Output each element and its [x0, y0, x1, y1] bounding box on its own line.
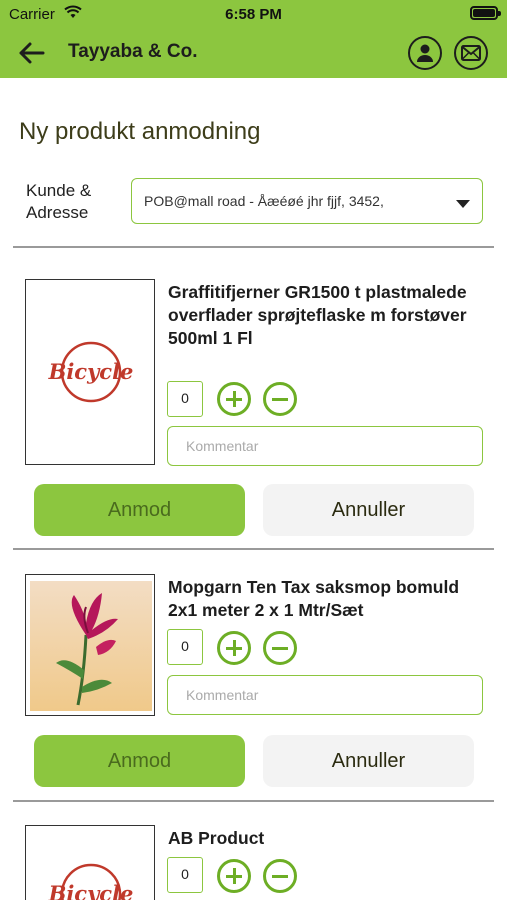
increase-quantity-button[interactable]: [217, 382, 251, 416]
battery-icon: [470, 6, 501, 20]
page-title: Ny produkt anmodning: [19, 118, 261, 145]
chevron-down-icon: [456, 200, 470, 208]
comment-input[interactable]: [167, 675, 483, 715]
quantity-field[interactable]: 0: [167, 381, 203, 417]
bicycle-logo-text: Bicycle: [48, 359, 134, 384]
product-image: Bicycle: [25, 279, 155, 465]
bicycle-logo-text: Bicycle: [48, 881, 134, 900]
mail-icon[interactable]: [454, 36, 488, 70]
header-title: Tayyaba & Co.: [68, 41, 198, 62]
decrease-quantity-button[interactable]: [263, 859, 297, 893]
address-select-value: POB@mall road - Åæéøé jhr fjjf, 3452,: [144, 193, 384, 209]
decrease-quantity-button[interactable]: [263, 631, 297, 665]
product-name: AB Product: [168, 828, 265, 848]
comment-input[interactable]: [167, 426, 483, 466]
divider: [13, 548, 494, 550]
cancel-button[interactable]: Annuller: [263, 484, 474, 536]
cancel-button[interactable]: Annuller: [263, 735, 474, 787]
request-button[interactable]: Anmod: [34, 484, 245, 536]
decrease-quantity-button[interactable]: [263, 382, 297, 416]
product-name: Graffitifjerner GR1500 t plastmalede ove…: [168, 282, 467, 348]
product-image: [25, 574, 155, 716]
customer-address-label: Kunde & Adresse: [26, 181, 92, 222]
increase-quantity-button[interactable]: [217, 859, 251, 893]
divider: [13, 246, 494, 248]
divider: [13, 800, 494, 802]
user-icon[interactable]: [408, 36, 442, 70]
status-bar: Carrier 6:58 PM: [0, 0, 507, 30]
flower-painting: [30, 581, 152, 711]
address-select[interactable]: POB@mall road - Åæéøé jhr fjjf, 3452,: [131, 178, 483, 224]
bicycle-logo: Bicycle: [48, 863, 134, 900]
quantity-field[interactable]: 0: [167, 857, 203, 893]
back-arrow-icon[interactable]: [16, 38, 46, 68]
product-name: Mopgarn Ten Tax saksmop bomuld 2x1 meter…: [168, 577, 460, 620]
product-image: Bicycle: [25, 825, 155, 900]
bicycle-logo: Bicycle: [48, 341, 134, 403]
request-button[interactable]: Anmod: [34, 735, 245, 787]
quantity-field[interactable]: 0: [167, 629, 203, 665]
status-time: 6:58 PM: [225, 6, 282, 23]
increase-quantity-button[interactable]: [217, 631, 251, 665]
